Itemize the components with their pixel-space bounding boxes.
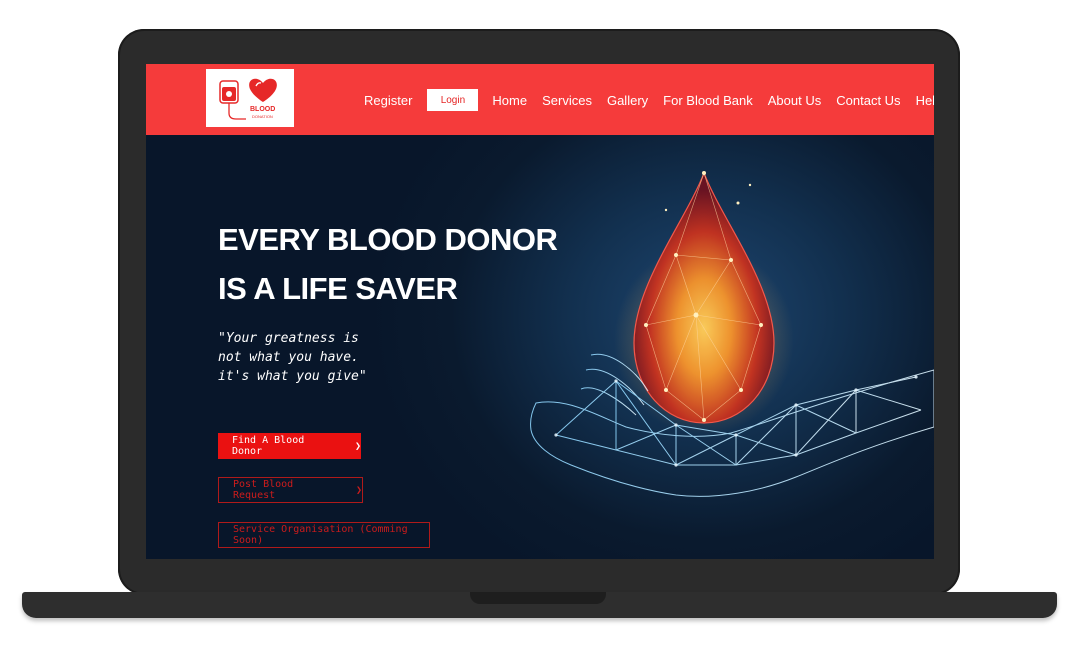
chevron-right-icon: ❯ [354, 440, 361, 452]
blood-drop-hand-illustration [530, 171, 934, 497]
browser-screen: BLOOD DONATION Register Login Home Servi… [146, 64, 934, 559]
laptop-notch [470, 592, 606, 604]
headline-line-2: IS A LIFE SAVER [218, 271, 458, 306]
nav-gallery[interactable]: Gallery [607, 93, 648, 108]
chevron-right-icon: ❯ [355, 484, 362, 496]
top-navbar: BLOOD DONATION Register Login Home Servi… [146, 64, 934, 135]
blood-drop-icon [614, 171, 794, 435]
nav-services[interactable]: Services [542, 93, 592, 108]
find-blood-donor-button[interactable]: Find A Blood Donor ❯ [218, 433, 361, 459]
nav-home[interactable]: Home [492, 93, 527, 108]
post-blood-request-button[interactable]: Post Blood Request ❯ [218, 477, 363, 503]
site-logo[interactable]: BLOOD DONATION [206, 69, 294, 127]
service-organisation-label: Service Organisation (Comming Soon) [233, 524, 408, 546]
service-organisation-button[interactable]: Service Organisation (Comming Soon) [218, 522, 430, 548]
hero-section: EVERY BLOOD DONOR IS A LIFE SAVER "Your … [146, 135, 934, 559]
nav-menu: Register Login Home Services Gallery For… [364, 88, 934, 112]
find-blood-donor-label: Find A Blood Donor [232, 435, 305, 457]
nav-about[interactable]: About Us [768, 93, 821, 108]
login-button[interactable]: Login [427, 89, 479, 111]
nav-register[interactable]: Register [364, 93, 412, 108]
hero-quote: "Your greatness is not what you have. it… [218, 331, 367, 384]
post-blood-request-label: Post Blood Request [233, 479, 294, 501]
nav-blood-bank[interactable]: For Blood Bank [663, 93, 753, 108]
laptop-base [22, 592, 1057, 618]
logo-title: BLOOD [250, 106, 276, 113]
blood-bag-heart-logo-icon [219, 78, 277, 120]
nav-contact[interactable]: Contact Us [836, 93, 900, 108]
logo-subtitle: DONATION [252, 114, 273, 119]
headline-line-1: EVERY BLOOD DONOR [218, 222, 558, 257]
nav-help[interactable]: Help [916, 93, 934, 108]
hero-headline: EVERY BLOOD DONOR IS A LIFE SAVER [218, 215, 558, 313]
